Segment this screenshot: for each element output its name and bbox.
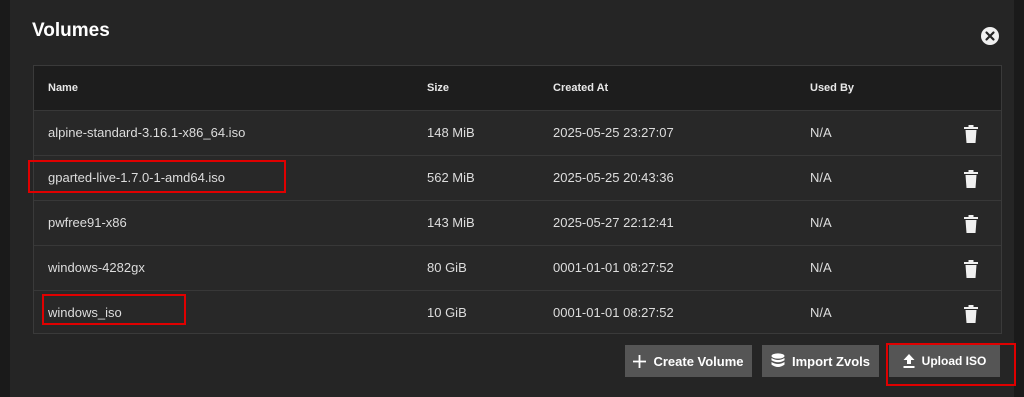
volume-created-at: 2025-05-25 23:27:07 xyxy=(553,125,674,140)
volume-size: 143 MiB xyxy=(427,215,475,230)
trash-icon[interactable] xyxy=(964,170,978,188)
volume-used-by: N/A xyxy=(810,215,832,230)
volume-used-by: N/A xyxy=(810,305,832,320)
column-header-created-at[interactable]: Created At xyxy=(553,66,608,110)
trash-icon[interactable] xyxy=(964,260,978,278)
volume-size: 562 MiB xyxy=(427,170,475,185)
volume-created-at: 0001-01-01 08:27:52 xyxy=(553,260,674,275)
volume-size: 80 GiB xyxy=(427,260,467,275)
column-header-name[interactable]: Name xyxy=(48,66,78,110)
trash-icon[interactable] xyxy=(964,215,978,233)
volume-used-by: N/A xyxy=(810,170,832,185)
volume-size: 10 GiB xyxy=(427,305,467,320)
table-row: windows_iso 10 GiB 0001-01-01 08:27:52 N… xyxy=(34,290,1001,333)
volume-created-at: 2025-05-25 20:43:36 xyxy=(553,170,674,185)
close-icon[interactable] xyxy=(981,27,999,45)
volumes-table: Name Size Created At Used By alpine-stan… xyxy=(33,65,1002,334)
volume-created-at: 0001-01-01 08:27:52 xyxy=(553,305,674,320)
table-row: pwfree91-x86 143 MiB 2025-05-27 22:12:41… xyxy=(34,200,1001,245)
create-volume-label: Create Volume xyxy=(653,353,744,369)
table-row: windows-4282gx 80 GiB 0001-01-01 08:27:5… xyxy=(34,245,1001,290)
import-zvols-button[interactable]: Import Zvols xyxy=(762,345,879,377)
database-icon xyxy=(771,353,785,369)
table-header: Name Size Created At Used By xyxy=(34,66,1001,110)
volume-created-at: 2025-05-27 22:12:41 xyxy=(553,215,674,230)
volume-used-by: N/A xyxy=(810,260,832,275)
trash-icon[interactable] xyxy=(964,305,978,323)
volumes-dialog: Volumes Name Size Created At Used By alp… xyxy=(10,0,1016,397)
volume-name: windows_iso xyxy=(48,305,122,320)
column-header-used-by[interactable]: Used By xyxy=(810,66,854,110)
volume-size: 148 MiB xyxy=(427,125,475,140)
import-zvols-label: Import Zvols xyxy=(791,353,870,369)
table-row: gparted-live-1.7.0-1-amd64.iso 562 MiB 2… xyxy=(34,155,1001,200)
plus-icon xyxy=(633,354,647,368)
create-volume-button[interactable]: Create Volume xyxy=(625,345,752,377)
volume-name: windows-4282gx xyxy=(48,260,145,275)
upload-icon xyxy=(903,354,915,368)
column-header-size[interactable]: Size xyxy=(427,66,449,110)
trash-icon[interactable] xyxy=(964,125,978,143)
volume-name: alpine-standard-3.16.1-x86_64.iso xyxy=(48,125,246,140)
volume-name: pwfree91-x86 xyxy=(48,215,127,230)
dialog-title: Volumes xyxy=(32,20,110,41)
table-row: alpine-standard-3.16.1-x86_64.iso 148 Mi… xyxy=(34,110,1001,155)
volume-name: gparted-live-1.7.0-1-amd64.iso xyxy=(48,170,226,185)
upload-iso-label: Upload ISO xyxy=(921,354,987,368)
volume-used-by: N/A xyxy=(810,125,832,140)
upload-iso-button[interactable]: Upload ISO xyxy=(889,345,1000,377)
